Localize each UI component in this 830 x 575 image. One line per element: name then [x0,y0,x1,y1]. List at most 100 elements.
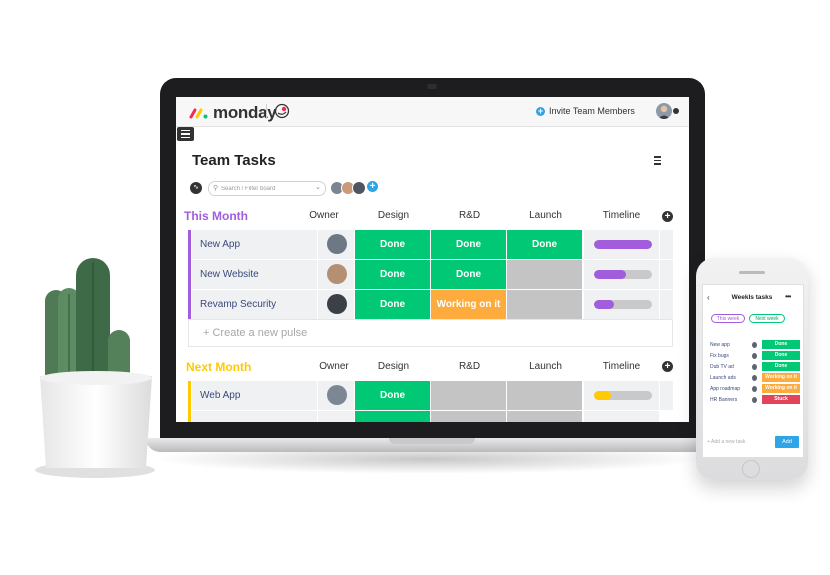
hamburger-icon[interactable] [177,127,194,141]
status-launch[interactable] [507,260,582,289]
user-menu-caret-icon[interactable] [673,108,679,114]
timeline-cell[interactable] [584,290,659,319]
owner-avatar [752,353,757,359]
column-design[interactable]: Design [356,361,431,372]
search-input[interactable] [221,182,311,195]
phone-task-name: Dub TV ad [710,364,734,370]
search-box[interactable]: ⚲ ⌄ [208,181,326,196]
owner-cell[interactable] [318,260,354,289]
plus-icon[interactable]: + [662,211,673,222]
list-item[interactable]: Fix bugs Done [706,351,800,361]
more-options-icon[interactable]: ••• [785,292,791,301]
status-launch[interactable]: Done [507,230,582,259]
back-arrow-icon[interactable]: ‹ [707,293,710,302]
add-task-input[interactable] [707,436,769,448]
plus-icon[interactable]: + [662,361,673,372]
timeline-fill [594,270,626,279]
status-launch[interactable] [507,381,582,410]
search-icon: ⚲ [213,185,219,192]
chevron-down-icon[interactable]: ⌄ [315,183,321,191]
column-design[interactable]: Design [356,210,431,221]
task-name[interactable]: New App [192,230,317,259]
column-launch[interactable]: Launch [508,210,583,221]
invite-label: Invite Team Members [549,106,635,116]
timeline-bar [594,270,652,279]
add-member-icon[interactable]: + [367,181,378,192]
status-rnd[interactable] [431,381,506,410]
owner-avatar [752,375,757,381]
phone-task-name: Fix bugs [710,353,729,359]
column-rnd[interactable]: R&D [432,361,507,372]
status-design[interactable]: Done [355,260,430,289]
activity-icon[interactable]: ∿ [190,182,202,194]
group-color-bar [188,290,191,320]
column-launch[interactable]: Launch [508,361,583,372]
task-name[interactable]: New Website [192,260,317,289]
monday-logo[interactable]: monday [189,103,277,123]
table-row[interactable]: New App Done Done Done [188,230,673,260]
board-menu-icon[interactable] [654,156,661,165]
status-rnd[interactable]: Done [431,260,506,289]
brand-hand-icon[interactable] [274,103,290,119]
tab-next-week[interactable]: Next week [749,314,785,323]
column-owner[interactable]: Owner [297,210,351,221]
table-row-partial [188,411,673,422]
phone-frame: ‹ Weekls tasks ••• This week Next week N… [696,258,808,480]
row-end [660,230,673,259]
top-bar: monday + Invite Team Members [176,97,689,127]
status-design[interactable]: Done [355,381,430,410]
phone-status[interactable]: Working on it [762,373,800,382]
timeline-cell[interactable] [584,260,659,289]
timeline-cell[interactable] [584,381,659,410]
table-row[interactable]: New Website Done Done [188,260,673,290]
list-item[interactable]: Launch ads Working on it [706,373,800,383]
status-launch[interactable] [507,290,582,319]
column-timeline[interactable]: Timeline [584,361,659,372]
group-color-bar [188,230,191,260]
column-rnd[interactable]: R&D [432,210,507,221]
owner-cell[interactable] [318,381,354,410]
laptop-camera [427,84,437,89]
owner-avatar [327,385,347,405]
table-row[interactable]: Web App Done [188,381,673,422]
plus-circle-icon: + [536,105,545,116]
add-task-button[interactable]: Add [775,436,799,448]
new-pulse-row[interactable] [188,319,673,347]
task-name[interactable]: Web App [192,381,317,410]
group-title-this-month[interactable]: This Month [184,209,248,223]
user-avatar[interactable] [656,103,672,119]
board-members[interactable]: + [330,181,378,195]
phone-status[interactable]: Stuck [762,395,800,404]
cactus-decoration [35,258,155,478]
tab-this-week[interactable]: This week [711,314,745,323]
phone-status[interactable]: Done [762,340,800,349]
new-pulse-input[interactable] [203,320,503,346]
invite-team-members-button[interactable]: + Invite Team Members [536,106,635,116]
table-row[interactable]: Revamp Security Done Working on it [188,290,673,320]
status-rnd[interactable]: Working on it [431,290,506,319]
phone-status[interactable]: Done [762,362,800,371]
task-name[interactable]: Revamp Security [192,290,317,319]
phone-home-button[interactable] [742,460,760,478]
status-partial [431,411,506,422]
owner-avatar [752,386,757,392]
timeline-cell[interactable] [584,230,659,259]
owner-cell[interactable] [318,290,354,319]
column-owner[interactable]: Owner [307,361,361,372]
status-design[interactable]: Done [355,230,430,259]
group-title-next-month[interactable]: Next Month [186,360,251,374]
list-item[interactable]: HR Banners Stuck [706,395,800,405]
list-item[interactable]: App roadmap Working on it [706,384,800,394]
status-design[interactable]: Done [355,290,430,319]
phone-screen: ‹ Weekls tasks ••• This week Next week N… [702,284,804,458]
status-rnd[interactable]: Done [431,230,506,259]
column-timeline[interactable]: Timeline [584,210,659,221]
status-partial [507,411,582,422]
phone-status[interactable]: Working on it [762,384,800,393]
owner-cell-partial [318,411,354,422]
list-item[interactable]: Dub TV ad Done [706,362,800,372]
phone-status[interactable]: Done [762,351,800,360]
owner-cell[interactable] [318,230,354,259]
list-item[interactable]: New app Done [706,340,800,350]
phone-task-name: Launch ads [710,375,736,381]
